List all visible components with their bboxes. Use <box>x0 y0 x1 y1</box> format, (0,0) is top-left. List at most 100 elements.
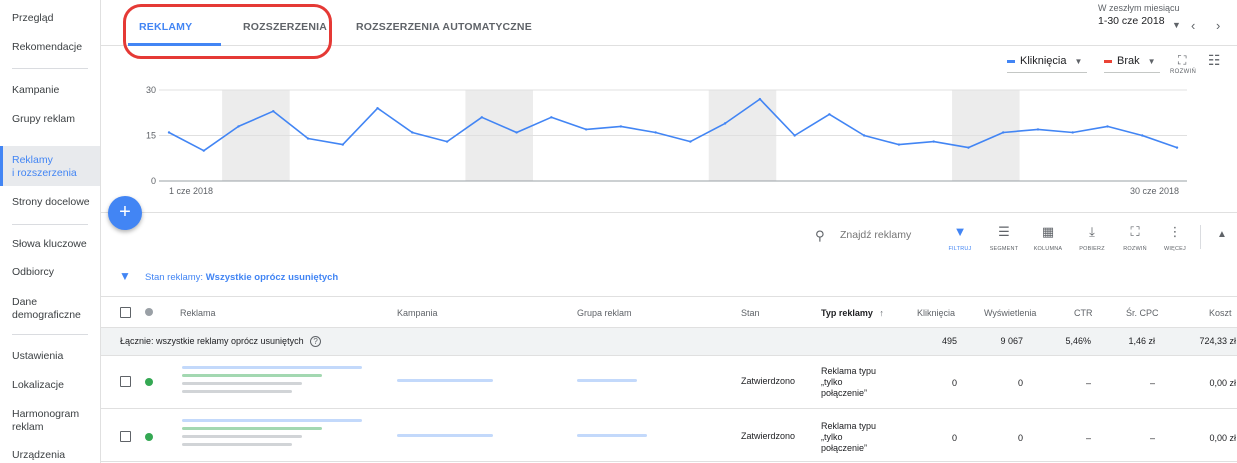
total-row: Łącznie: wszystkie reklamy oprócz usunię… <box>101 328 1237 356</box>
active-filter-row[interactable]: ▼ Stan reklamy: Wszystkie oprócz usunięt… <box>101 261 1237 295</box>
sidebar-item-label: Grupy reklam <box>12 113 76 125</box>
column-header-status[interactable]: Stan <box>741 308 760 318</box>
table-row[interactable]: Zatwierdzono Reklama typu „tylko połącze… <box>101 409 1237 462</box>
sidebar-item-label: Reklamy i rozszerzenia <box>12 154 77 179</box>
sidebar-item-ads-extensions[interactable]: Reklamy i rozszerzenia <box>0 146 100 186</box>
column-header-ad-type[interactable]: Typ reklamy ↑ <box>821 308 884 318</box>
segment-button[interactable]: ☰ SEGMENT <box>984 224 1024 252</box>
metric-primary-swatch <box>1007 59 1015 63</box>
segment-icon: ☰ <box>998 224 1010 239</box>
column-header-ad[interactable]: Reklama <box>180 308 216 318</box>
data-point <box>272 110 275 113</box>
column-header-campaign[interactable]: Kampania <box>397 308 438 318</box>
tune-icon[interactable]: ☷ <box>1208 52 1221 69</box>
chevron-left-icon[interactable]: ‹ <box>1191 18 1195 33</box>
tool-label: WIĘCEJ <box>1164 246 1186 252</box>
sidebar-item-campaigns[interactable]: Kampanie <box>0 84 100 97</box>
filter-button[interactable]: ▼ FILTRUJ <box>940 224 980 252</box>
select-all-checkbox[interactable] <box>120 307 131 318</box>
sidebar-item-locations[interactable]: Lokalizacje <box>0 379 100 392</box>
tab-label: ROZSZERZENIA AUTOMATYCZNE <box>356 21 532 33</box>
redacted-ad-text <box>182 374 322 377</box>
redacted-ad-text <box>182 366 362 369</box>
data-point <box>793 134 796 137</box>
column-header-ad-group[interactable]: Grupa reklam <box>577 308 632 318</box>
sidebar-item-ad-groups[interactable]: Grupy reklam <box>0 113 100 126</box>
date-range-picker[interactable]: W zeszłym miesiącu 1-30 cze 2018 <box>1098 3 1180 27</box>
chevron-right-icon[interactable]: › <box>1216 18 1220 33</box>
data-point <box>654 131 657 134</box>
y-tick-label: 15 <box>146 131 156 141</box>
metric-primary-underline <box>1007 72 1087 73</box>
row-clicks: 0 <box>951 378 957 388</box>
redacted-ad-group-link[interactable] <box>577 379 637 382</box>
sidebar-item-audiences[interactable]: Odbiorcy <box>0 266 100 279</box>
download-button[interactable]: ⤓ POBIERZ <box>1072 224 1112 252</box>
row-checkbox[interactable] <box>120 376 131 387</box>
row-status: Zatwierdzono <box>741 376 796 386</box>
filter-value: Wszystkie oprócz usuniętych <box>205 272 339 283</box>
column-header-ctr[interactable]: CTR <box>1074 308 1093 318</box>
download-icon: ⤓ <box>1089 224 1095 239</box>
column-header-label: Typ reklamy <box>821 308 873 318</box>
sidebar-item-label: Kampanie <box>12 84 60 96</box>
redacted-ad-text <box>182 382 302 385</box>
data-point <box>550 116 553 119</box>
sidebar-item-settings[interactable]: Ustawienia <box>0 350 100 363</box>
sidebar-item-landing-pages[interactable]: Strony docelowe <box>0 196 100 209</box>
redacted-campaign-link[interactable] <box>397 434 493 437</box>
red-highlight-annotation <box>123 4 332 59</box>
tool-label: POBIERZ <box>1079 246 1105 252</box>
tool-label: FILTRUJ <box>948 246 972 252</box>
sidebar-item-keywords[interactable]: Słowa kluczowe <box>0 238 100 251</box>
x-tick-label: 1 cze 2018 <box>169 186 213 196</box>
sidebar-item-ad-schedule[interactable]: Harmonogram reklam <box>0 408 100 434</box>
column-header-impressions[interactable]: Wyświetlenia <box>984 308 1036 318</box>
metric-selector-primary[interactable]: Kliknięcia ▼ <box>1007 55 1082 67</box>
table-row[interactable]: Zatwierdzono Reklama typu „tylko połącze… <box>101 356 1237 409</box>
chevron-up-icon[interactable]: ▲ <box>1217 229 1227 240</box>
row-ad-type: Reklama typu „tylko połączenie” <box>821 366 877 398</box>
chevron-down-icon: ▼ <box>1147 57 1156 66</box>
data-point <box>341 143 344 146</box>
metric-selector-secondary[interactable]: Brak ▼ <box>1104 55 1156 67</box>
row-ctr: – <box>1085 378 1091 388</box>
plus-icon: + <box>119 201 131 223</box>
sidebar-item-label: Rekomendacje <box>12 41 83 53</box>
columns-button[interactable]: ▦ KOLUMNA <box>1028 224 1068 252</box>
sidebar-item-overview[interactable]: Przegląd <box>0 12 100 25</box>
filter-icon: ▼ <box>953 224 967 239</box>
column-header-avg-cpc[interactable]: Śr. CPC <box>1126 308 1159 318</box>
total-ctr: 5,46% <box>1065 336 1091 346</box>
sidebar-item-demographics[interactable]: Dane demograficzne <box>0 296 100 322</box>
column-header-clicks[interactable]: Kliknięcia <box>917 308 955 318</box>
sidebar-item-recommendations[interactable]: Rekomendacje <box>0 41 100 54</box>
help-icon[interactable]: ? <box>310 336 322 347</box>
data-point <box>1106 125 1109 128</box>
metric-secondary-swatch <box>1104 59 1112 63</box>
row-impressions: 0 <box>1017 378 1023 388</box>
search-icon: ⚲ <box>815 228 825 243</box>
data-point <box>967 146 970 149</box>
redacted-campaign-link[interactable] <box>397 379 493 382</box>
chevron-down-icon[interactable]: ▼ <box>1172 20 1181 30</box>
tab-automated-extensions[interactable]: ROZSZERZENIA AUTOMATYCZNE <box>356 21 532 33</box>
filter-chip[interactable]: Stan reklamy: Wszystkie oprócz usuniętyc… <box>145 272 338 283</box>
row-checkbox[interactable] <box>120 431 131 442</box>
metric-secondary-underline <box>1104 72 1160 73</box>
add-button[interactable]: + <box>108 196 142 230</box>
search-input[interactable] <box>840 229 930 241</box>
data-point <box>1175 146 1179 149</box>
more-icon: ⋮ <box>1168 224 1182 239</box>
chevron-down-icon: ▼ <box>1074 57 1083 66</box>
column-header-cost[interactable]: Koszt <box>1209 308 1232 318</box>
more-button[interactable]: ⋮ WIĘCEJ <box>1155 224 1195 252</box>
sidebar-item-label: Strony docelowe <box>12 196 90 208</box>
expand-icon[interactable]: ⛶ <box>1178 53 1186 68</box>
data-point <box>758 97 762 101</box>
expand-button[interactable]: ⛶ ROZWIŃ <box>1115 224 1155 252</box>
sidebar-item-label: Dane demograficzne <box>12 296 81 321</box>
redacted-ad-group-link[interactable] <box>577 434 647 437</box>
sidebar-item-label: Lokalizacje <box>12 379 64 391</box>
sidebar-item-devices[interactable]: Urządzenia <box>0 449 100 462</box>
